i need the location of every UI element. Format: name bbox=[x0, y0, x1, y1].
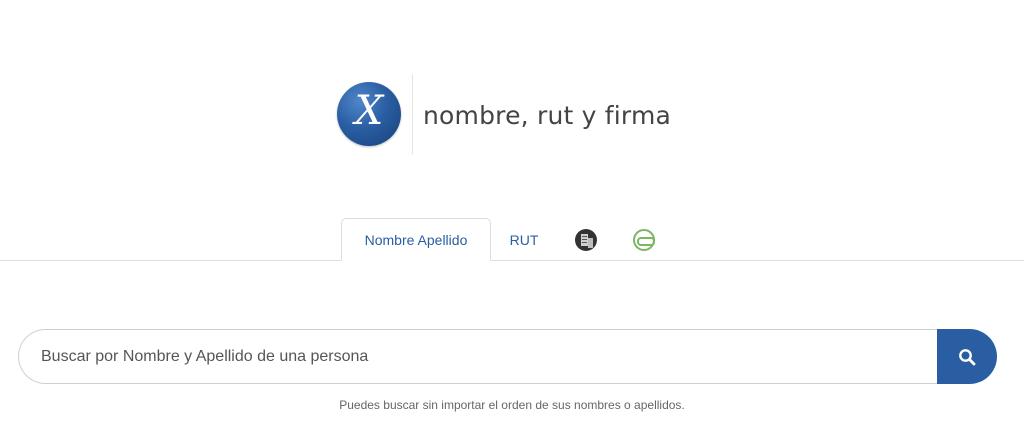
vehicle-icon bbox=[633, 228, 655, 251]
logo-mark: X bbox=[337, 82, 401, 146]
logo-divider bbox=[412, 74, 413, 154]
search-type-tabs: Nombre Apellido RUT bbox=[341, 218, 673, 261]
search-hint: Puedes buscar sin importar el orden de s… bbox=[339, 398, 685, 412]
logo-text: nombre, rut y firma bbox=[423, 100, 672, 130]
logo-mark-letter: X bbox=[354, 88, 384, 134]
tab-label: Nombre Apellido bbox=[364, 231, 468, 248]
tab-nombre-apellido[interactable]: Nombre Apellido bbox=[341, 218, 491, 261]
tab-rut[interactable]: RUT bbox=[491, 218, 557, 261]
site-logo[interactable]: X nombre, rut y firma bbox=[337, 74, 671, 154]
tab-vehiculo[interactable] bbox=[615, 218, 673, 261]
tab-label: RUT bbox=[509, 231, 539, 248]
search-button[interactable] bbox=[937, 329, 997, 384]
building-icon bbox=[575, 228, 597, 251]
search-input[interactable] bbox=[18, 329, 937, 384]
search-bar bbox=[18, 329, 997, 384]
tab-empresa[interactable] bbox=[557, 218, 615, 261]
search-icon bbox=[959, 348, 976, 365]
